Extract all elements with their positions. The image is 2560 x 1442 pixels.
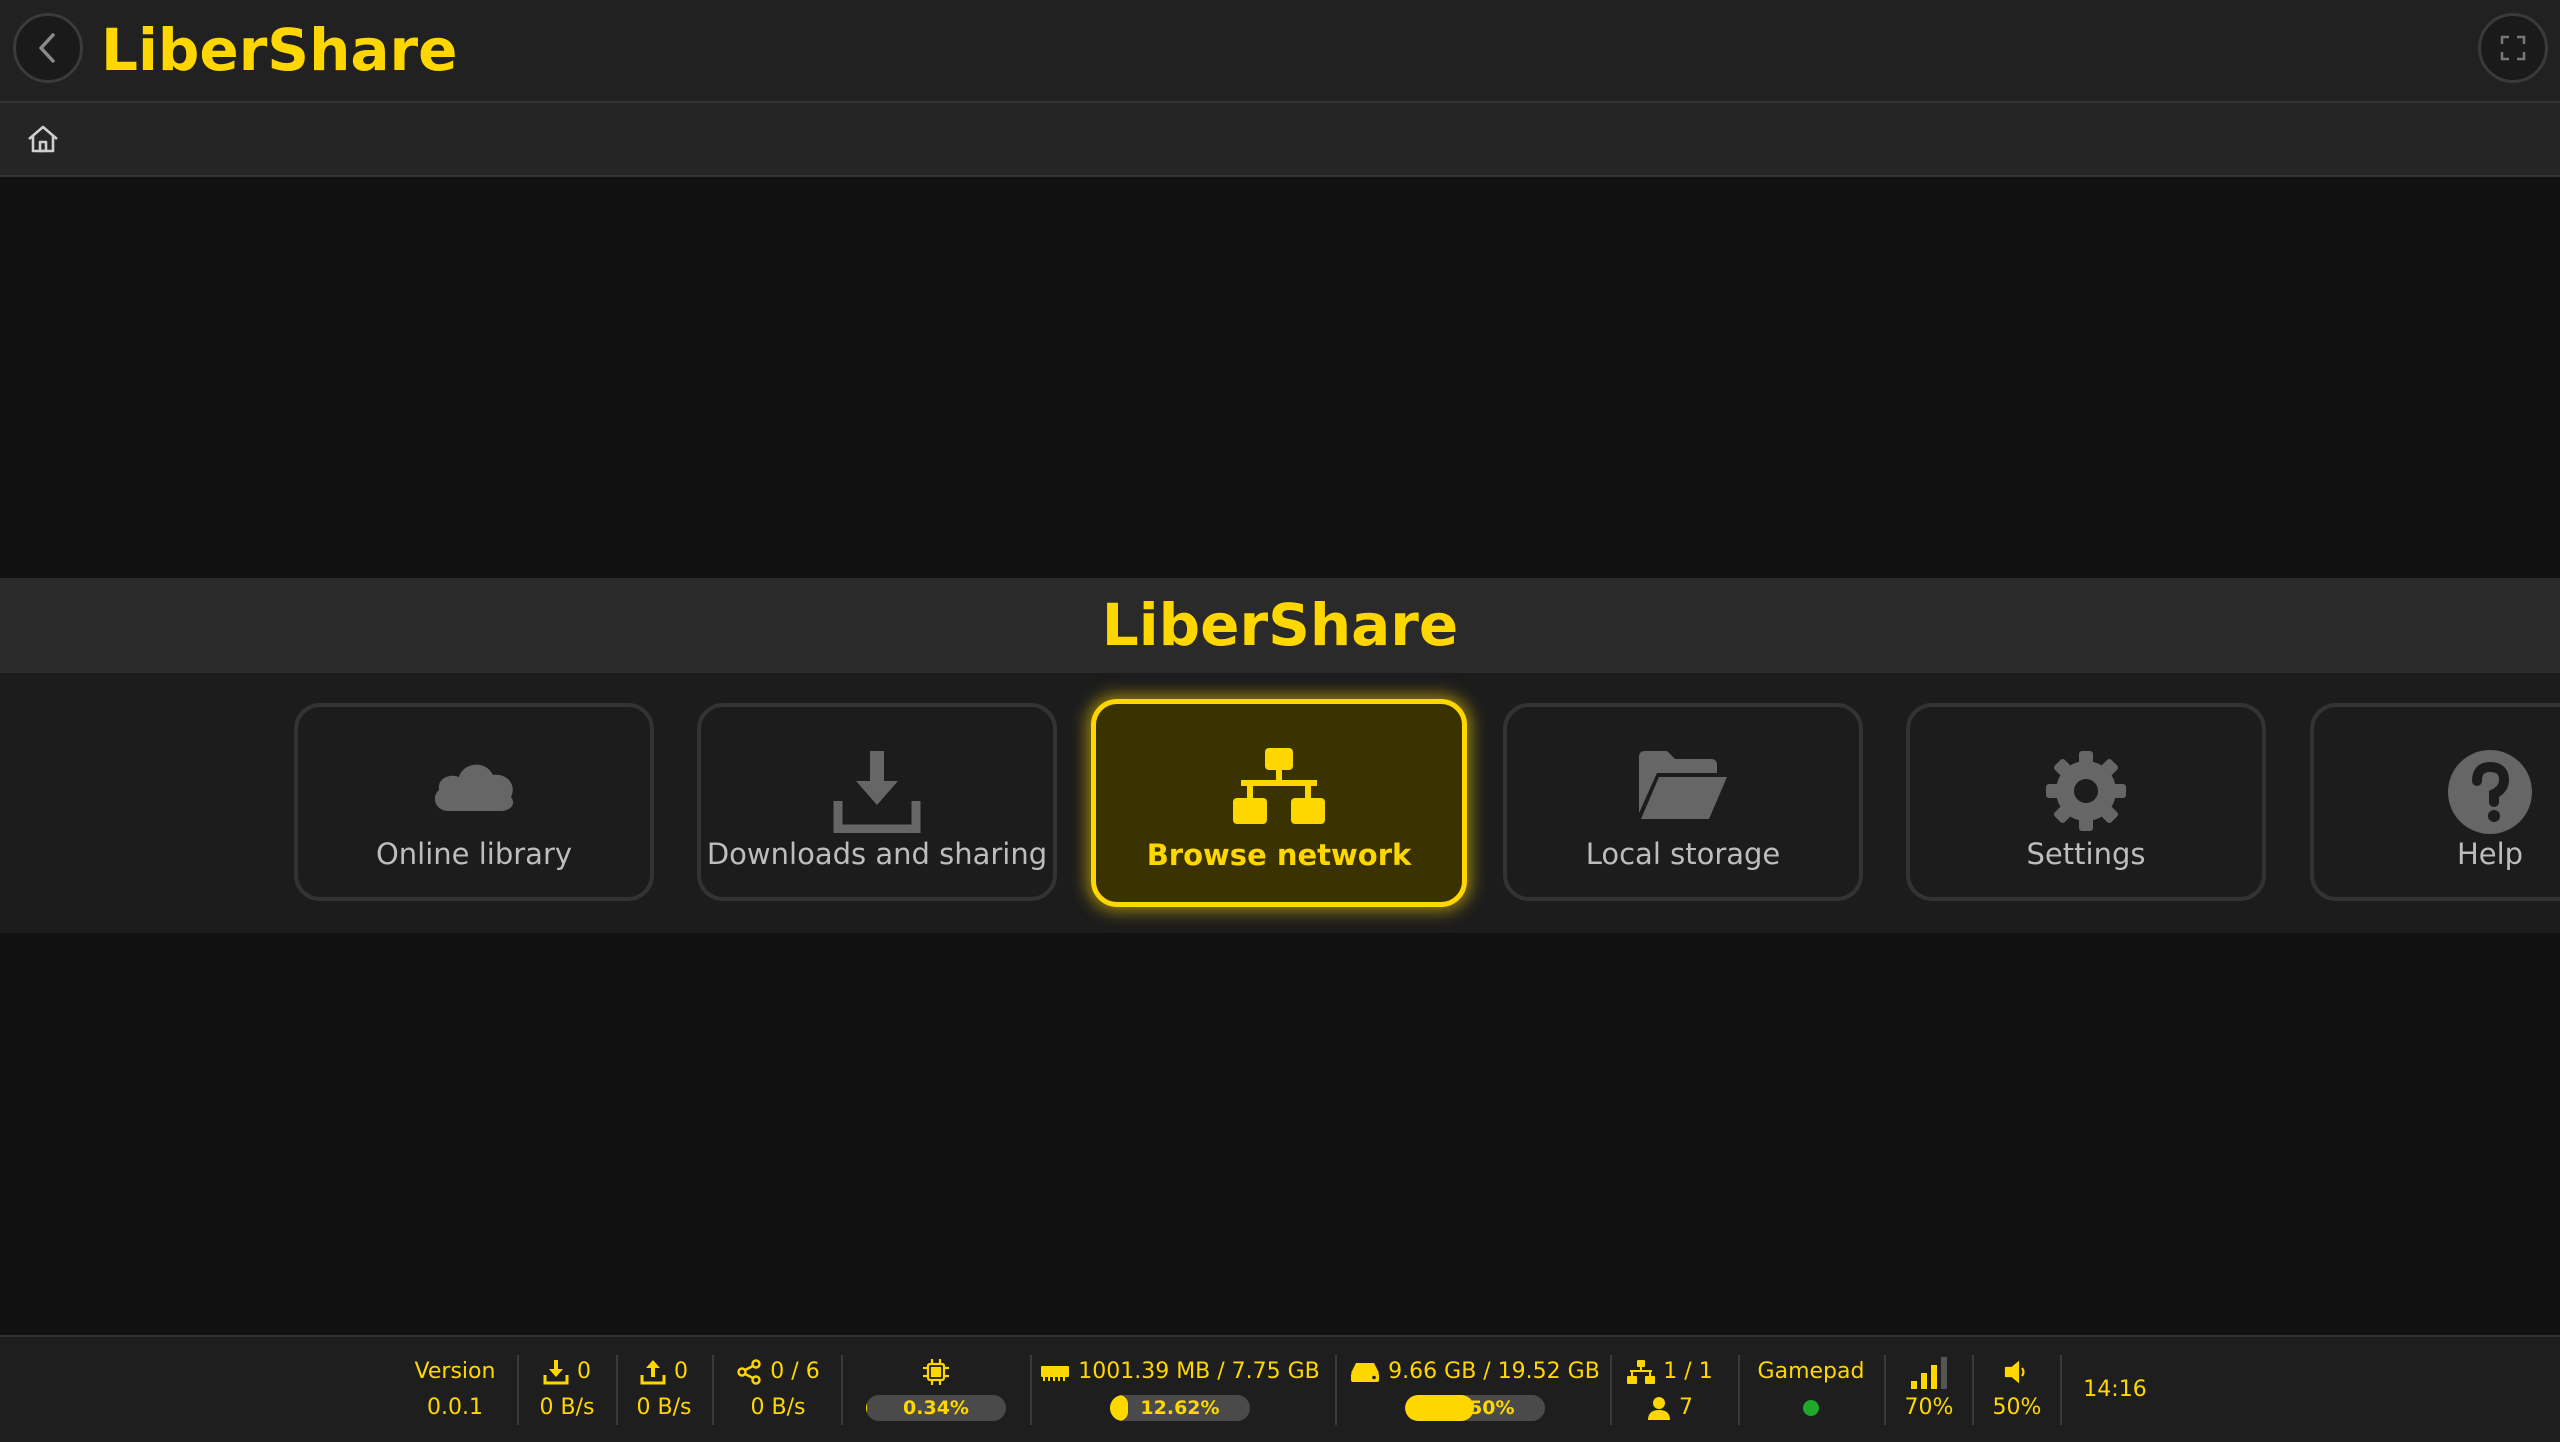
- main-menu: Online library Downloads and sharing Bro: [0, 673, 2560, 933]
- volume-percent: 50%: [1993, 1390, 2042, 1426]
- section-header: LiberShare: [0, 578, 2560, 673]
- question-icon: [2314, 749, 2560, 833]
- menu-item-label: Downloads and sharing: [701, 837, 1053, 871]
- disk-usage-bar: 49.50%: [1405, 1395, 1545, 1421]
- menu-item-label: Local storage: [1507, 837, 1859, 871]
- cloud-icon: [298, 749, 650, 833]
- download-icon: [701, 749, 1053, 833]
- menu-item-label: Settings: [1910, 837, 2262, 871]
- menu-item-downloads-and-sharing[interactable]: Downloads and sharing: [697, 703, 1057, 901]
- network-status: 1 / 1 7: [1620, 1337, 1720, 1442]
- gamepad-label: Gamepad: [1758, 1354, 1865, 1390]
- menu-item-label: Browse network: [1096, 838, 1462, 872]
- share-speed: 0 B/s: [751, 1390, 806, 1426]
- app-title: LiberShare: [101, 14, 457, 86]
- gamepad-status: Gamepad: [1748, 1337, 1874, 1442]
- home-icon[interactable]: [26, 123, 60, 155]
- download-icon: [543, 1359, 569, 1385]
- menu-item-online-library[interactable]: Online library: [294, 703, 654, 901]
- status-bar: Version 0.0.1 0 0 B/s 0 0 B/s 0 / 6 0: [0, 1335, 2560, 1442]
- memory-icon: [1040, 1362, 1070, 1382]
- fullscreen-button[interactable]: [2478, 13, 2548, 83]
- users-count: 7: [1679, 1395, 1693, 1420]
- folder-open-icon: [1507, 749, 1859, 833]
- ram-usage-text: 1001.39 MB / 7.75 GB: [1078, 1359, 1320, 1384]
- cpu-usage-bar: 0.34%: [866, 1395, 1006, 1421]
- back-button[interactable]: [13, 13, 83, 83]
- menu-item-settings[interactable]: Settings: [1906, 703, 2266, 901]
- network-icon: [1096, 748, 1462, 832]
- share-count: 0 / 6: [770, 1359, 819, 1384]
- ram-usage-bar: 12.62%: [1110, 1395, 1250, 1421]
- section-title: LiberShare: [0, 578, 2560, 673]
- menu-item-label: Help: [2314, 837, 2560, 871]
- share-status: 0 / 6 0 B/s: [722, 1337, 834, 1442]
- signal-percent: 70%: [1905, 1390, 1954, 1426]
- signal-status: 70%: [1894, 1337, 1964, 1442]
- cpu-status: 0.34%: [860, 1337, 1012, 1442]
- network-icon: [1627, 1360, 1655, 1384]
- menu-item-browse-network[interactable]: Browse network: [1091, 699, 1467, 907]
- volume-status[interactable]: 50%: [1982, 1337, 2052, 1442]
- cpu-icon: [922, 1358, 950, 1386]
- upload-icon: [640, 1359, 666, 1385]
- title-bar: LiberShare: [0, 0, 2560, 103]
- breadcrumb: [0, 103, 2560, 177]
- signal-icon: [1909, 1355, 1949, 1389]
- version-label: Version: [415, 1354, 496, 1390]
- network-count: 1 / 1: [1663, 1359, 1712, 1384]
- cpu-usage-text: 0.34%: [866, 1395, 1006, 1421]
- ram-status: 1001.39 MB / 7.75 GB 12.62%: [1040, 1337, 1320, 1442]
- upload-speed: 0 B/s: [637, 1390, 692, 1426]
- version-status: Version 0.0.1: [405, 1337, 505, 1442]
- share-icon: [736, 1359, 762, 1385]
- disk-usage-text: 9.66 GB / 19.52 GB: [1388, 1359, 1600, 1384]
- chevron-left-icon: [33, 31, 63, 65]
- menu-item-help[interactable]: Help: [2310, 703, 2560, 901]
- version-value: 0.0.1: [427, 1390, 483, 1426]
- disk-status: 9.66 GB / 19.52 GB 49.50%: [1345, 1337, 1605, 1442]
- disk-icon: [1350, 1361, 1380, 1383]
- ram-usage-percent: 12.62%: [1110, 1395, 1250, 1421]
- menu-item-local-storage[interactable]: Local storage: [1503, 703, 1863, 901]
- upload-count: 0: [674, 1359, 688, 1384]
- download-count: 0: [577, 1359, 591, 1384]
- fullscreen-icon: [2500, 35, 2526, 61]
- download-speed: 0 B/s: [540, 1390, 595, 1426]
- disk-usage-percent: 49.50%: [1405, 1395, 1545, 1421]
- gamepad-connected-indicator: [1803, 1400, 1819, 1416]
- speaker-icon: [2004, 1360, 2030, 1384]
- upload-status: 0 0 B/s: [624, 1337, 704, 1442]
- menu-item-label: Online library: [298, 837, 650, 871]
- download-status: 0 0 B/s: [527, 1337, 607, 1442]
- user-icon: [1647, 1396, 1671, 1420]
- clock-status: 14:16: [2070, 1337, 2160, 1442]
- clock: 14:16: [2083, 1372, 2146, 1408]
- gear-icon: [1910, 749, 2262, 833]
